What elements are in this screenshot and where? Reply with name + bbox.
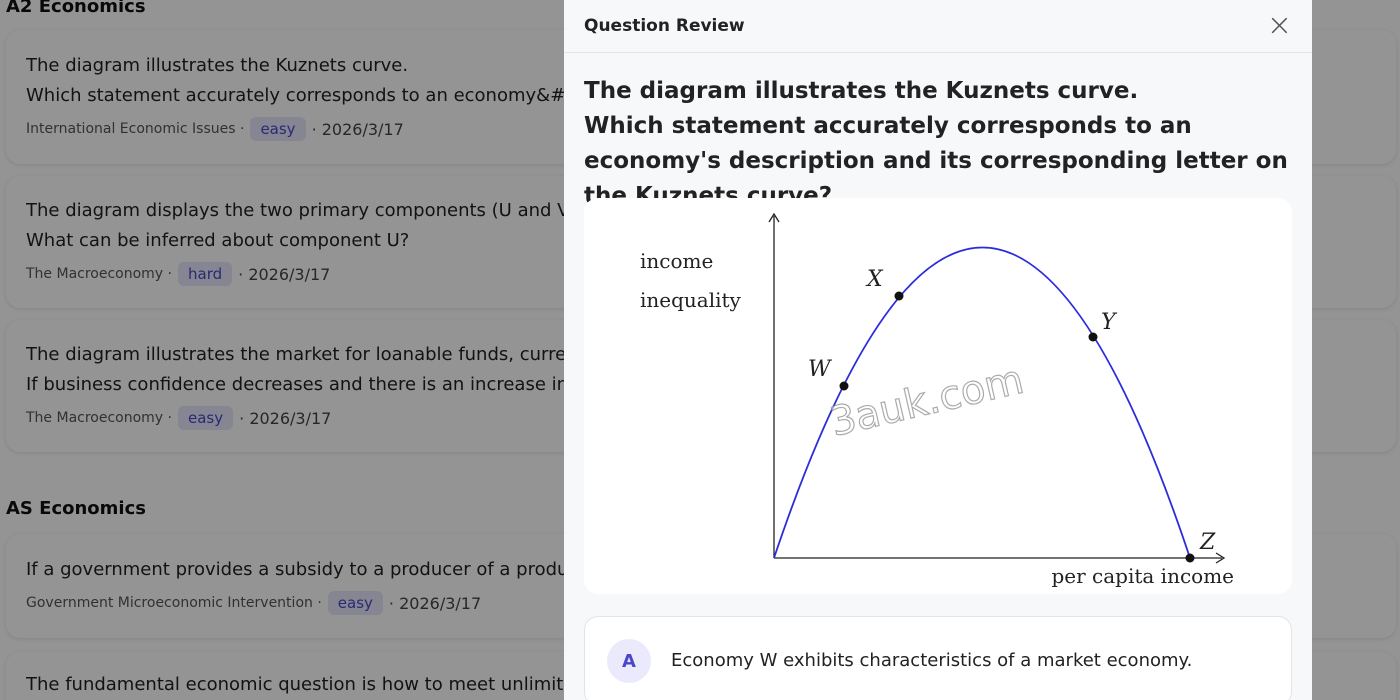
- y-axis-label-line1: income: [640, 249, 713, 273]
- answer-option-a[interactable]: A Economy W exhibits characteristics of …: [584, 616, 1292, 700]
- label-y: Y: [1101, 310, 1118, 335]
- modal-header: Question Review ×: [564, 0, 1312, 53]
- close-icon[interactable]: ×: [1267, 11, 1292, 41]
- option-text: Economy W exhibits characteristics of a …: [671, 650, 1193, 671]
- y-axis-label-line2: inequality: [640, 288, 742, 312]
- point-z: [1185, 553, 1195, 563]
- question-text: The diagram illustrates the Kuznets curv…: [584, 74, 1296, 214]
- kuznets-curve-diagram: W X Y Z income inequality per capita inc…: [640, 212, 1234, 588]
- label-w: W: [808, 357, 833, 382]
- label-z: Z: [1199, 530, 1216, 555]
- point-y: [1088, 332, 1098, 342]
- option-letter-badge: A: [607, 639, 651, 683]
- kuznets-curve-figure: W X Y Z income inequality per capita inc…: [584, 198, 1292, 594]
- question-line: The diagram illustrates the Kuznets curv…: [584, 78, 1139, 104]
- point-x: [894, 291, 904, 301]
- watermark: 3auk.com: [826, 357, 1028, 446]
- point-w: [839, 381, 849, 391]
- modal-title: Question Review: [584, 16, 745, 36]
- label-x: X: [865, 267, 884, 292]
- x-axis-label: per capita income: [1051, 564, 1234, 588]
- question-review-modal: Question Review × The diagram illustrate…: [564, 0, 1312, 700]
